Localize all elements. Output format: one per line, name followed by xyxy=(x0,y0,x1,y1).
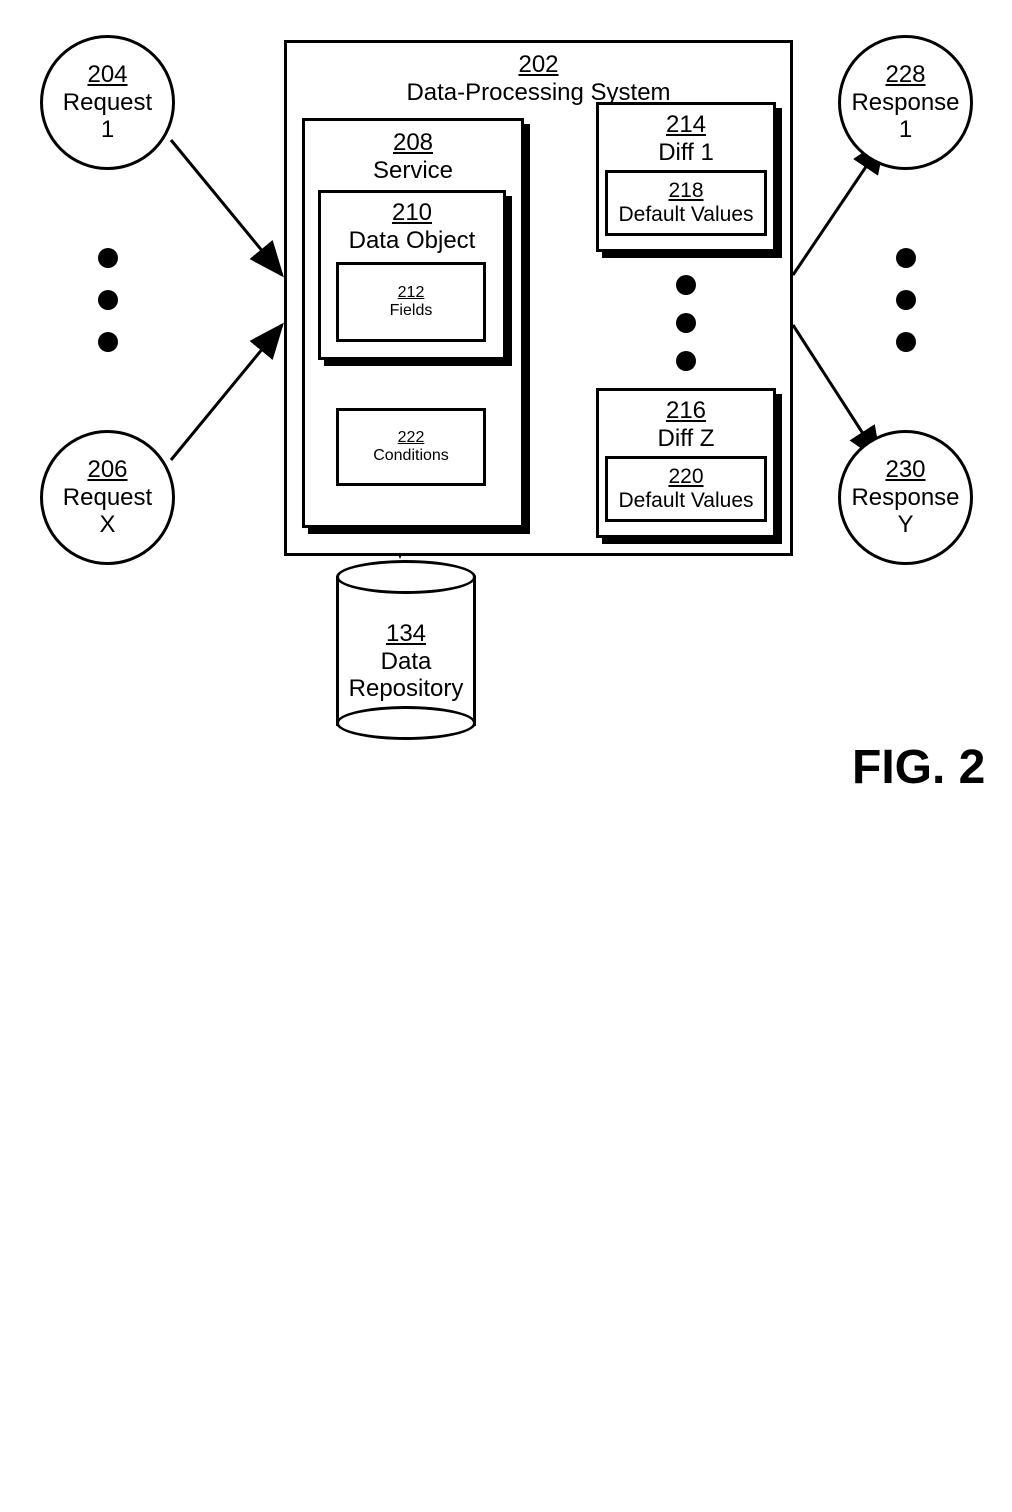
request-1-label2: 1 xyxy=(101,116,114,144)
data-object-num: 210 xyxy=(321,199,503,227)
diff-z-num: 216 xyxy=(599,397,773,425)
diff-ellipsis xyxy=(676,268,696,378)
request-x-label2: X xyxy=(99,511,115,539)
request-1-node: 204 Request 1 xyxy=(40,35,175,170)
fields-box: 212 Fields xyxy=(336,262,486,342)
response-1-node: 228 Response 1 xyxy=(838,35,973,170)
figure-caption: FIG. 2 xyxy=(852,740,985,795)
data-object-label: Data Object xyxy=(321,227,503,255)
service-num: 208 xyxy=(305,129,521,157)
response-1-label2: 1 xyxy=(899,116,912,144)
conditions-box: 222 Conditions xyxy=(336,408,486,486)
response-ellipsis xyxy=(896,205,916,395)
diff-1-label: Diff 1 xyxy=(599,139,773,167)
defaults-1-box: 218 Default Values xyxy=(605,170,767,236)
response-1-num: 228 xyxy=(885,61,925,89)
response-y-label1: Response xyxy=(851,484,959,512)
repo-label1: Data xyxy=(336,648,476,676)
defaults-1-label: Default Values xyxy=(618,203,753,227)
response-y-label2: Y xyxy=(897,511,913,539)
repo-label2: Repository xyxy=(336,675,476,703)
service-label: Service xyxy=(305,157,521,185)
repo-num: 134 xyxy=(336,620,476,648)
request-x-num: 206 xyxy=(87,456,127,484)
figure-caption-text: FIG. 2 xyxy=(852,741,985,794)
request-x-node: 206 Request X xyxy=(40,430,175,565)
system-num: 202 xyxy=(287,51,790,79)
fields-label: Fields xyxy=(390,302,433,320)
conditions-label: Conditions xyxy=(373,447,449,465)
defaults-z-box: 220 Default Values xyxy=(605,456,767,522)
diagram-canvas: 204 Request 1 206 Request X 202 Data-Pro… xyxy=(0,0,1012,1512)
diff-1-num: 214 xyxy=(599,111,773,139)
response-y-node: 230 Response Y xyxy=(838,430,973,565)
conditions-num: 222 xyxy=(398,429,425,447)
defaults-z-num: 220 xyxy=(668,465,703,489)
request-1-num: 204 xyxy=(87,61,127,89)
defaults-z-label: Default Values xyxy=(618,489,753,513)
diff-z-label: Diff Z xyxy=(599,425,773,453)
defaults-1-num: 218 xyxy=(668,179,703,203)
data-repository: 134 Data Repository xyxy=(336,560,476,740)
fields-num: 212 xyxy=(398,284,425,302)
response-1-label1: Response xyxy=(851,89,959,117)
response-y-num: 230 xyxy=(885,456,925,484)
request-1-label1: Request xyxy=(63,89,152,117)
request-ellipsis xyxy=(98,205,118,395)
request-x-label1: Request xyxy=(63,484,152,512)
